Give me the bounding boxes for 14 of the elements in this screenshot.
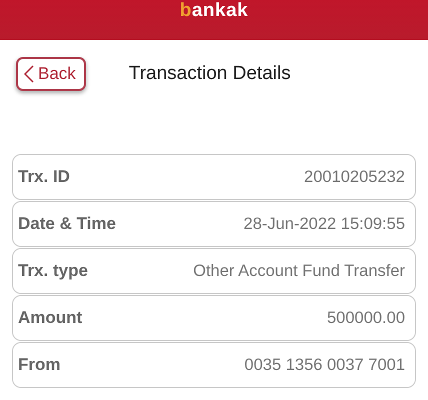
detail-value: 0035 1356 0037 7001 <box>244 356 405 374</box>
detail-label: Date & Time <box>18 214 116 234</box>
page-title: Transaction Details <box>128 63 291 85</box>
detail-value: Other Account Fund Transfer <box>193 262 405 280</box>
detail-label: From <box>18 355 60 375</box>
detail-value: 20010205232 <box>304 168 405 186</box>
detail-label: Trx. ID <box>18 167 70 187</box>
chevron-left-icon <box>24 65 34 83</box>
detail-value: 500000.00 <box>327 308 405 328</box>
back-button[interactable]: Back <box>16 57 86 91</box>
detail-label: Amount <box>18 308 82 328</box>
detail-value: 28-Jun-2022 15:09:55 <box>244 214 405 234</box>
bank-logo: bankak <box>180 1 248 20</box>
detail-label: Trx. type <box>18 261 88 281</box>
